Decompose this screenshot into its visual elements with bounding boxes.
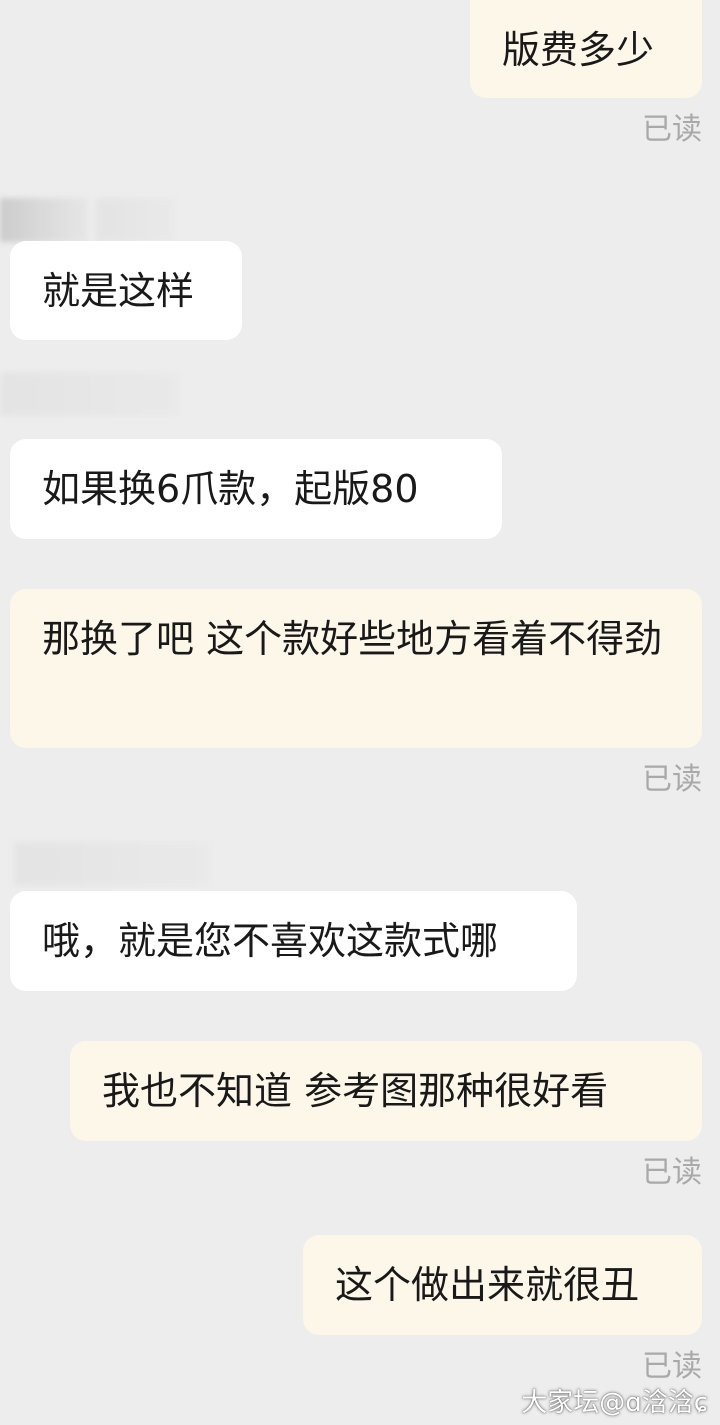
message-bubble-incoming[interactable]: 如果换6爪款，起版80 [10,439,502,539]
sender-name-blurred [0,372,180,416]
message-bubble-outgoing[interactable]: 这个做出来就很丑 [303,1235,702,1335]
sender-name-blurred [14,842,210,886]
read-receipt: 已读 [642,112,702,147]
message-bubble-incoming[interactable]: 哦，就是您不喜欢这款式哪 [10,891,577,991]
read-receipt: 已读 [642,762,702,797]
read-receipt: 已读 [642,1349,702,1384]
message-bubble-outgoing[interactable]: 那换了吧 这个款好些地方看着不得劲 [10,589,702,748]
sender-name-blurred [0,198,88,242]
message-bubble-outgoing[interactable]: 我也不知道 参考图那种很好看 [70,1041,702,1141]
read-receipt: 已读 [642,1155,702,1190]
watermark: 大家坛@ɑ浛浛ɕ [521,1388,708,1418]
message-bubble-incoming[interactable]: 就是这样 [10,241,242,340]
sender-name-blurred [96,198,176,242]
message-bubble-outgoing[interactable]: 版费多少 [470,0,702,98]
